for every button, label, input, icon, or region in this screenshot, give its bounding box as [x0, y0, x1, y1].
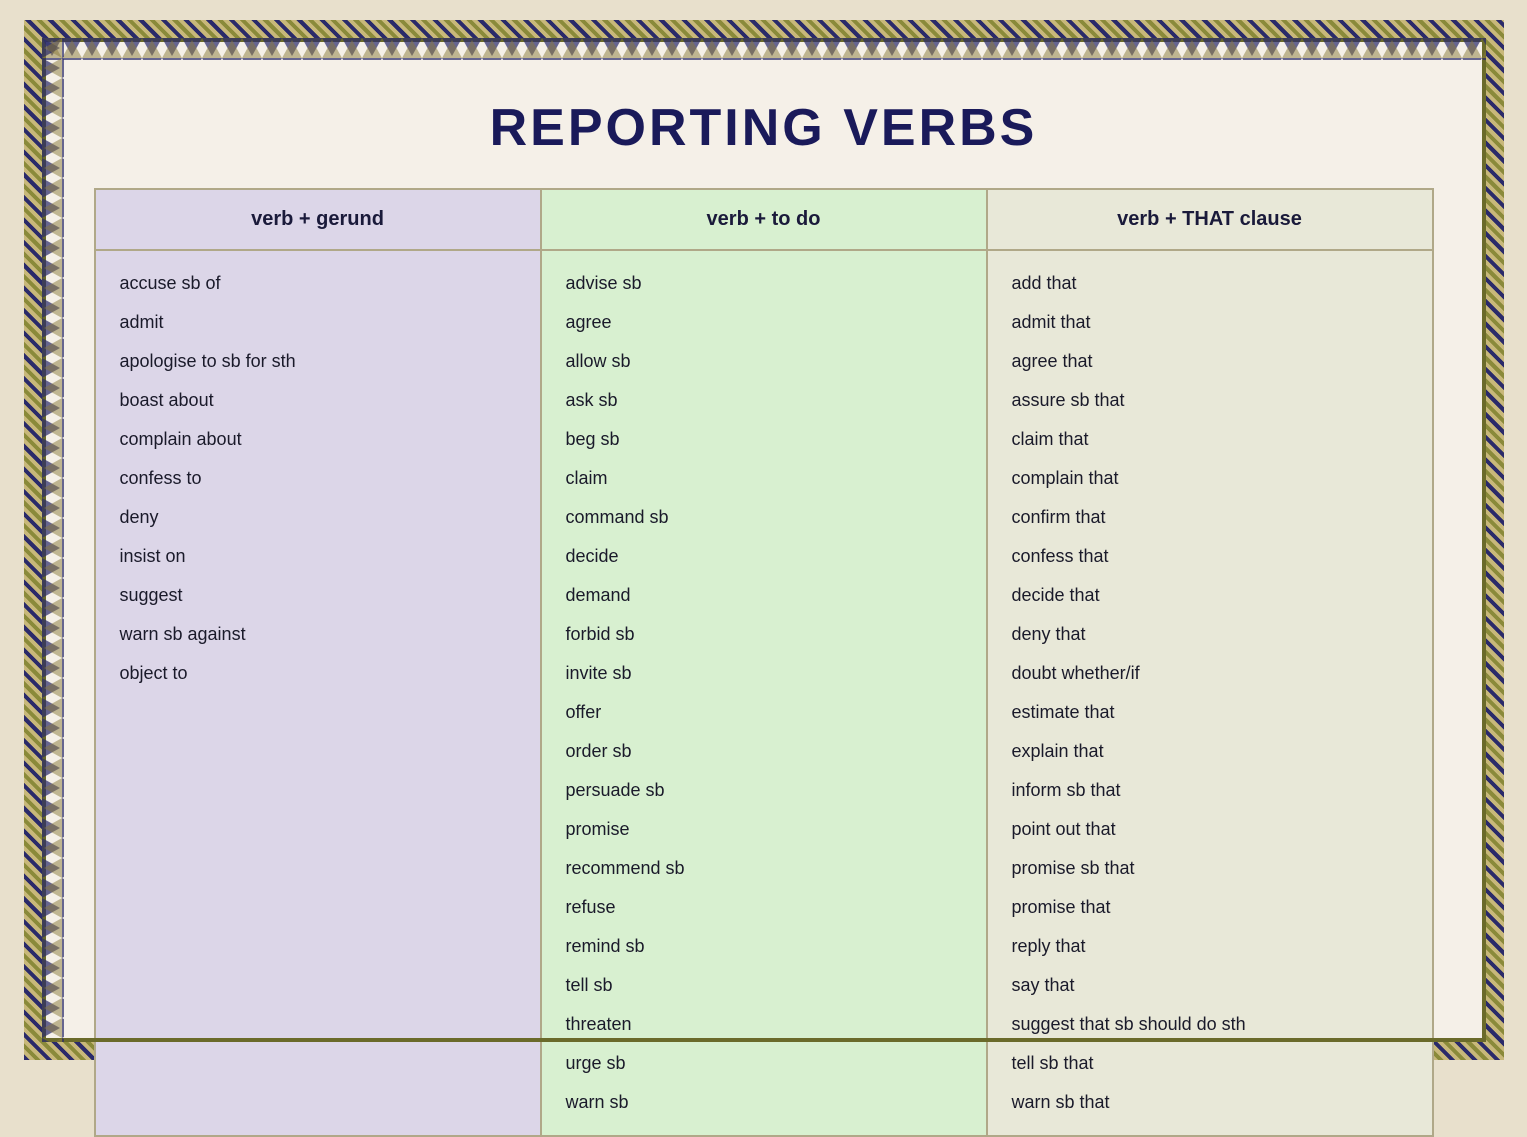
list-item: ask sb [562, 382, 966, 419]
list-item: suggest [116, 577, 520, 614]
list-item: admit that [1008, 304, 1412, 341]
main-table: verb + gerund accuse sb of admit apologi… [94, 188, 1434, 1137]
list-item: reply that [1008, 928, 1412, 965]
list-item: promise sb that [1008, 850, 1412, 887]
list-item: doubt whether/if [1008, 655, 1412, 692]
list-item: recommend sb [562, 850, 966, 887]
list-item: warn sb against [116, 616, 520, 653]
list-item: object to [116, 655, 520, 692]
list-item: confess to [116, 460, 520, 497]
list-item: advise sb [562, 265, 966, 302]
list-item: persuade sb [562, 772, 966, 809]
page-container: REPORTING VERBS verb + gerund accuse sb … [24, 20, 1504, 1060]
list-item: point out that [1008, 811, 1412, 848]
col-gerund-header: verb + gerund [96, 190, 540, 251]
list-item: complain that [1008, 460, 1412, 497]
list-item: threaten [562, 1006, 966, 1043]
col-todo-items: advise sb agree allow sb ask sb beg sb c… [542, 251, 986, 1135]
list-item: admit [116, 304, 520, 341]
list-item: command sb [562, 499, 966, 536]
list-item: warn sb that [1008, 1084, 1412, 1121]
list-item: apologise to sb for sth [116, 343, 520, 380]
list-item: urge sb [562, 1045, 966, 1082]
list-item: decide [562, 538, 966, 575]
list-item: forbid sb [562, 616, 966, 653]
list-item: tell sb that [1008, 1045, 1412, 1082]
list-item: explain that [1008, 733, 1412, 770]
list-item: agree [562, 304, 966, 341]
list-item: decide that [1008, 577, 1412, 614]
list-item: assure sb that [1008, 382, 1412, 419]
list-item: estimate that [1008, 694, 1412, 731]
list-item: deny [116, 499, 520, 536]
list-item: promise [562, 811, 966, 848]
list-item: deny that [1008, 616, 1412, 653]
list-item: allow sb [562, 343, 966, 380]
list-item: say that [1008, 967, 1412, 1004]
list-item: beg sb [562, 421, 966, 458]
column-that: verb + THAT clause add that admit that a… [988, 190, 1432, 1135]
list-item: refuse [562, 889, 966, 926]
col-todo-header: verb + to do [542, 190, 986, 251]
list-item: boast about [116, 382, 520, 419]
list-item: confess that [1008, 538, 1412, 575]
list-item: suggest that sb should do sth [1008, 1006, 1412, 1043]
list-item: order sb [562, 733, 966, 770]
list-item: claim that [1008, 421, 1412, 458]
list-item: inform sb that [1008, 772, 1412, 809]
col-that-items: add that admit that agree that assure sb… [988, 251, 1432, 1135]
page-title: REPORTING VERBS [490, 98, 1038, 158]
list-item: promise that [1008, 889, 1412, 926]
col-gerund-items: accuse sb of admit apologise to sb for s… [96, 251, 540, 706]
list-item: accuse sb of [116, 265, 520, 302]
list-item: remind sb [562, 928, 966, 965]
list-item: tell sb [562, 967, 966, 1004]
column-todo: verb + to do advise sb agree allow sb as… [542, 190, 988, 1135]
list-item: warn sb [562, 1084, 966, 1121]
list-item: agree that [1008, 343, 1412, 380]
list-item: confirm that [1008, 499, 1412, 536]
column-gerund: verb + gerund accuse sb of admit apologi… [96, 190, 542, 1135]
list-item: complain about [116, 421, 520, 458]
list-item: offer [562, 694, 966, 731]
col-that-header: verb + THAT clause [988, 190, 1432, 251]
list-item: invite sb [562, 655, 966, 692]
list-item: insist on [116, 538, 520, 575]
list-item: demand [562, 577, 966, 614]
list-item: claim [562, 460, 966, 497]
list-item: add that [1008, 265, 1412, 302]
